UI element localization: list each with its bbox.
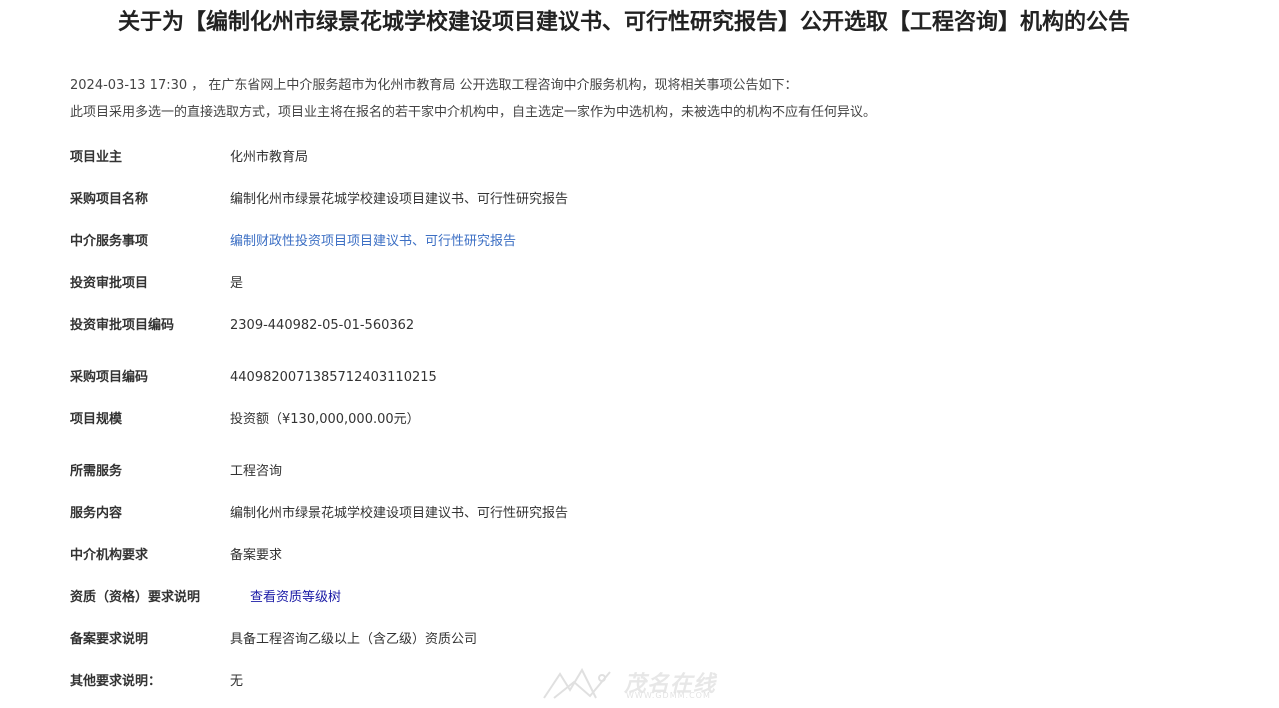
field-row-agency-requirement: 中介机构要求 备案要求	[70, 546, 1220, 566]
watermark-logo: 茂名在线 WWW.GDMM.COM	[540, 664, 745, 704]
field-row-qualification: 资质（资格）要求说明 查看资质等级树	[70, 588, 1220, 608]
field-value: 是	[230, 276, 244, 291]
field-value: 化州市教育局	[230, 150, 309, 165]
field-row-service-content: 服务内容 编制化州市绿景花城学校建设项目建议书、可行性研究报告	[70, 504, 1220, 524]
field-label: 其他要求说明：	[70, 674, 162, 689]
field-value: 2309-440982-05-01-560362	[230, 318, 415, 333]
field-label: 采购项目编码	[70, 370, 149, 385]
field-row-service-item: 中介服务事项 编制财政性投资项目项目建议书、可行性研究报告	[70, 232, 1220, 252]
field-value: 工程咨询	[230, 464, 283, 479]
watermark-logo-icon	[543, 667, 611, 699]
field-label: 采购项目名称	[70, 192, 149, 207]
field-value: 无	[230, 674, 244, 689]
field-label: 项目业主	[70, 150, 123, 165]
field-value: 编制化州市绿景花城学校建设项目建议书、可行性研究报告	[230, 506, 569, 521]
field-row-investment-approval: 投资审批项目 是	[70, 274, 1220, 294]
field-label: 投资审批项目编码	[70, 318, 175, 333]
service-item-link[interactable]: 编制财政性投资项目项目建议书、可行性研究报告	[230, 232, 516, 252]
field-row-filing-requirement: 备案要求说明 具备工程咨询乙级以上（含乙级）资质公司	[70, 630, 1220, 650]
field-label: 服务内容	[70, 506, 123, 521]
field-row-owner: 项目业主 化州市教育局	[70, 148, 1220, 168]
field-row-project-name: 采购项目名称 编制化州市绿景花城学校建设项目建议书、可行性研究报告	[70, 190, 1220, 210]
qualification-tree-link[interactable]: 查看资质等级树	[250, 588, 341, 608]
field-label: 中介服务事项	[70, 234, 149, 249]
page-title: 关于为【编制化州市绿景花城学校建设项目建议书、可行性研究报告】公开选取【工程咨询…	[118, 10, 1131, 35]
field-label: 投资审批项目	[70, 276, 149, 291]
field-label: 项目规模	[70, 412, 123, 427]
field-label: 中介机构要求	[70, 548, 149, 563]
field-value: 投资额（¥130,000,000.00元）	[230, 412, 420, 427]
field-value: 编制化州市绿景花城学校建设项目建议书、可行性研究报告	[230, 192, 569, 207]
field-value: 备案要求	[230, 548, 283, 563]
intro-line-1: 2024-03-13 17:30 ， 在广东省网上中介服务超市为化州市教育局 公…	[70, 78, 798, 93]
watermark-url: WWW.GDMM.COM	[626, 691, 711, 700]
field-label: 备案要求说明	[70, 632, 149, 647]
field-value: 4409820071385712403110215	[230, 370, 437, 385]
field-row-procurement-code: 采购项目编码 4409820071385712403110215	[70, 368, 1220, 388]
field-row-approval-code: 投资审批项目编码 2309-440982-05-01-560362	[70, 316, 1220, 336]
field-label: 所需服务	[70, 464, 123, 479]
field-label: 资质（资格）要求说明	[70, 590, 201, 605]
field-value: 具备工程咨询乙级以上（含乙级）资质公司	[230, 632, 478, 647]
field-row-required-service: 所需服务 工程咨询	[70, 462, 1220, 482]
intro-line-2: 此项目采用多选一的直接选取方式，项目业主将在报名的若干家中介机构中，自主选定一家…	[70, 105, 877, 120]
field-row-project-scale: 项目规模 投资额（¥130,000,000.00元）	[70, 410, 1220, 430]
